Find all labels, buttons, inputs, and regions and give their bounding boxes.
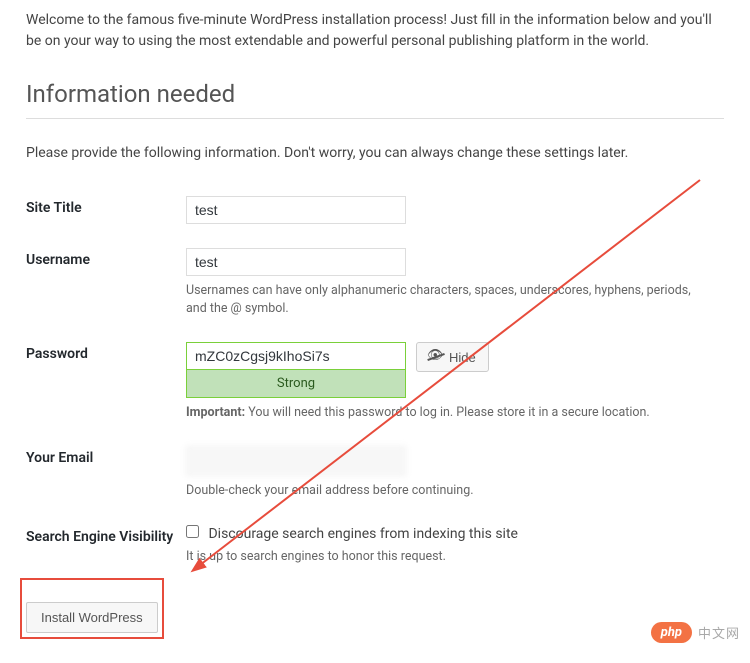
password-strength-meter: Strong — [186, 370, 406, 398]
watermark: php 中文网 — [651, 622, 740, 643]
site-title-label: Site Title — [26, 190, 186, 242]
section-subtext: Please provide the following information… — [26, 143, 724, 164]
search-visibility-checkbox[interactable] — [186, 525, 199, 538]
email-label: Your Email — [26, 440, 186, 518]
eye-slash-icon — [429, 350, 443, 364]
search-visibility-label: Search Engine Visibility — [26, 519, 186, 584]
section-heading: Information needed — [26, 80, 724, 119]
password-input[interactable] — [186, 342, 406, 370]
search-visibility-hint: It is up to search engines to honor this… — [186, 548, 706, 566]
password-hint: Important: You will need this password t… — [186, 404, 706, 422]
hide-password-button[interactable]: Hide — [416, 342, 489, 372]
search-visibility-checkbox-label: Discourage search engines from indexing … — [208, 526, 517, 542]
watermark-brand: php — [651, 622, 692, 643]
install-wordpress-button[interactable]: Install WordPress — [26, 602, 158, 633]
hide-button-label: Hide — [449, 350, 476, 365]
username-input[interactable] — [186, 248, 406, 276]
password-label: Password — [26, 336, 186, 440]
username-label: Username — [26, 242, 186, 336]
username-hint: Usernames can have only alphanumeric cha… — [186, 282, 706, 318]
email-hint: Double-check your email address before c… — [186, 482, 706, 500]
site-title-input[interactable] — [186, 196, 406, 224]
watermark-text: 中文网 — [698, 623, 740, 642]
email-input[interactable] — [186, 446, 406, 476]
welcome-text: Welcome to the famous five-minute WordPr… — [26, 10, 724, 52]
